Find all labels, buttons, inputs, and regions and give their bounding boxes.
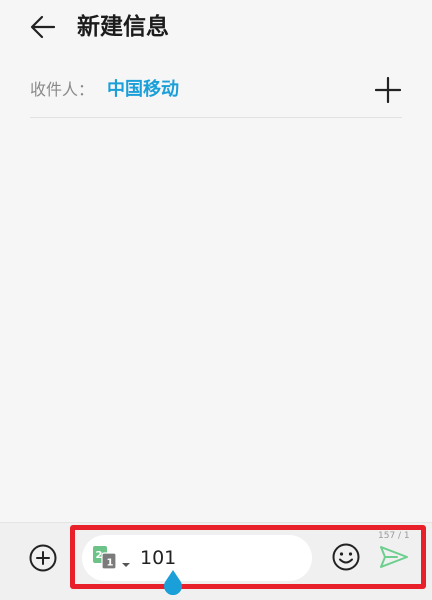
recipient-row: 收件人： 中国移动 xyxy=(30,66,402,118)
chevron-down-icon xyxy=(122,563,130,567)
sim-dropdown-caret[interactable] xyxy=(121,554,131,567)
composer-bar: 2 1 101 157 / 1 xyxy=(0,522,432,600)
message-input[interactable]: 101 xyxy=(140,545,176,571)
add-circle-icon xyxy=(29,544,57,572)
sim-selector-button[interactable]: 2 1 xyxy=(92,544,118,570)
emoji-icon xyxy=(332,543,360,571)
attach-button[interactable] xyxy=(28,543,58,573)
send-icon xyxy=(380,546,408,568)
emoji-button[interactable] xyxy=(330,541,362,573)
back-arrow-icon xyxy=(30,15,56,39)
dual-sim-icon: 2 1 xyxy=(93,546,117,570)
text-cursor-handle[interactable] xyxy=(162,569,184,596)
back-button[interactable] xyxy=(28,12,58,42)
send-button[interactable] xyxy=(378,541,410,573)
cursor-drop-icon xyxy=(164,570,182,596)
app-header: 新建信息 xyxy=(0,0,432,56)
plus-icon xyxy=(375,77,401,103)
sim-badge-bottom: 1 xyxy=(107,558,114,569)
recipient-field[interactable]: 中国移动 xyxy=(107,78,179,102)
page-title: 新建信息 xyxy=(77,14,169,40)
recipient-label: 收件人： xyxy=(30,80,95,99)
add-recipient-button[interactable] xyxy=(374,76,402,104)
sim-badge-top: 2 xyxy=(96,550,103,561)
